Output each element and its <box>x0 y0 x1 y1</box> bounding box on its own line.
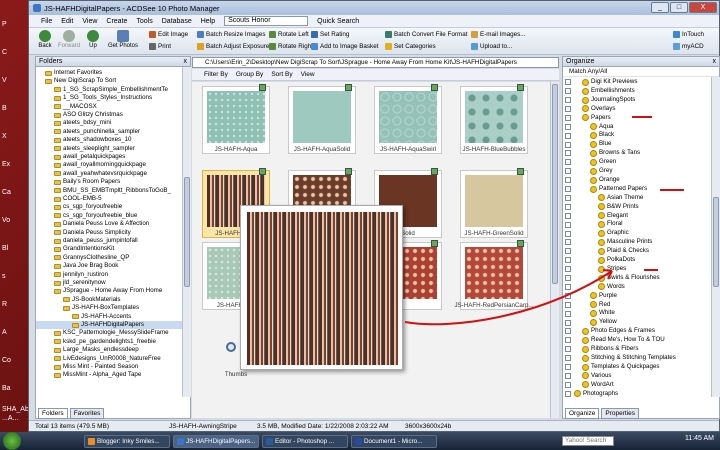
task-word[interactable]: Document1 - Micro... <box>351 434 437 448</box>
annotation-arrow <box>404 270 613 326</box>
clock: 11:45 AM <box>684 435 714 442</box>
start-button[interactable] <box>3 432 21 450</box>
yahoo-search-box[interactable]: Yahoo! Search <box>562 436 614 446</box>
task-photoshop[interactable]: Editor - Photoshop ... <box>262 434 348 448</box>
task-acdsee[interactable]: JS-HAFHDigitalPapers... <box>173 434 259 448</box>
word-icon <box>355 437 362 445</box>
annotation-layer <box>404 116 684 326</box>
task-blogger[interactable]: Blogger: Inky Smiles... <box>84 434 170 448</box>
blogger-icon <box>88 437 95 445</box>
photoshop-icon <box>266 437 273 445</box>
acdsee-icon <box>177 437 184 445</box>
